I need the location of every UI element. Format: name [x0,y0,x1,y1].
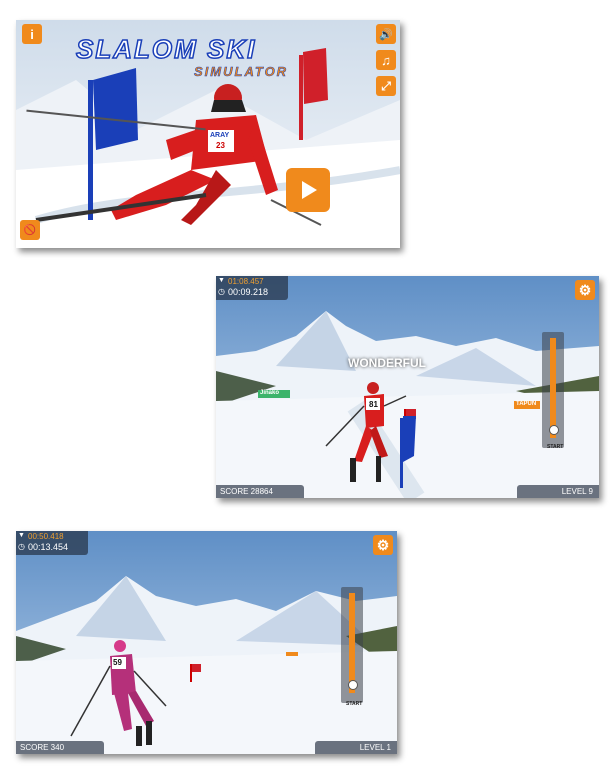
slope-background [16,531,397,754]
music-icon[interactable]: ♫ [376,50,396,70]
start-label: START [346,701,363,707]
no-ads-icon[interactable]: 🚫 [20,220,40,240]
timer-panel: ▼ 01:08.457 ◷ 00:09.218 [216,276,288,300]
gear-icon[interactable]: ⚙ [373,535,393,555]
title-screen: ARAY 23 SLALOM SKI SIMULATOR i 🔊 ♫ ⤢ 🚫 [16,20,400,248]
stopwatch-icon: ◷ [18,542,25,551]
blue-gate-flag [93,68,138,150]
banner-right: TAPUN [516,401,537,407]
current-time: 00:09.218 [228,287,269,297]
sound-icon[interactable]: 🔊 [376,24,396,44]
logo-line1: SLALOM SKI [75,33,257,65]
score-display: SCORE 28864 [216,485,304,498]
progress-meter [341,587,363,703]
level-display: LEVEL 9 [517,485,599,498]
start-label: START [547,444,564,450]
bib-number: 59 [113,658,122,667]
banner-left: Jinako [260,390,280,396]
progress-track [349,593,355,693]
progress-meter [542,332,564,448]
trophy-icon: ▼ [18,532,25,539]
gameplay-screen-level-9: 81 Jinako TAPUN ▼ 01:08.457 ◷ 00:09.218 … [216,276,599,498]
progress-track [550,338,556,438]
progress-marker [549,425,559,436]
bib-number: 81 [369,400,378,409]
score-display: SCORE 340 [16,741,104,754]
logo-line2: SIMULATOR [194,64,289,80]
gameplay-screen-level-1: 59 ▼ 00:50.418 ◷ 00:13.454 ⚙ START SCORE… [16,531,397,754]
play-icon[interactable] [286,168,330,212]
red-gate-flag [303,48,328,104]
current-time: 00:13.454 [28,542,69,552]
best-time: 00:50.418 [28,532,64,541]
bib-number: 23 [216,141,225,150]
stopwatch-icon: ◷ [218,287,225,296]
gear-icon[interactable]: ⚙ [575,280,595,300]
blue-gate-pole [88,80,93,220]
best-time: 01:08.457 [228,277,264,286]
bib-label: ARAY [210,132,230,139]
level-display: LEVEL 1 [315,741,397,754]
timer-panel: ▼ 00:50.418 ◷ 00:13.454 [16,531,88,555]
feedback-message: WONDERFUL [348,356,426,370]
progress-marker [348,680,358,691]
fullscreen-icon[interactable]: ⤢ [376,76,396,96]
info-icon[interactable]: i [22,24,42,44]
trophy-icon: ▼ [218,277,225,284]
